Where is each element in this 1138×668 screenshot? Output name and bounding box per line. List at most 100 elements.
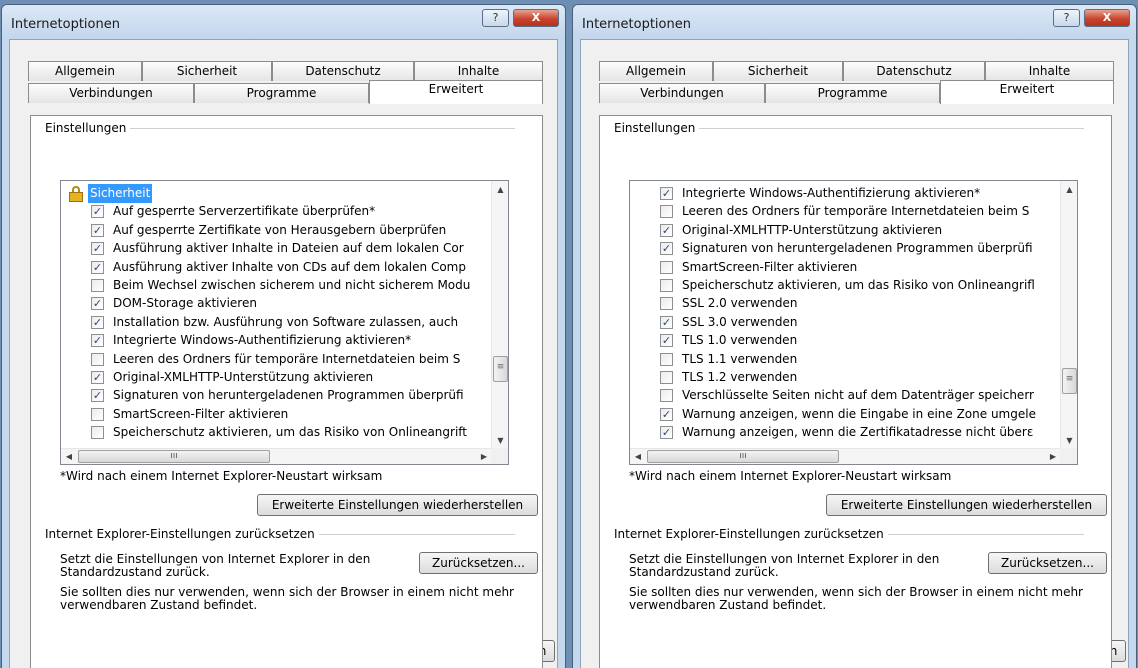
reset-group-label: Internet Explorer-Einstellungen zurückse… xyxy=(45,527,319,541)
help-button[interactable]: ? xyxy=(482,9,509,27)
checkbox[interactable]: ✓ xyxy=(91,389,104,403)
restart-note: *Wird nach einem Internet Explorer-Neust… xyxy=(60,469,383,483)
tab-datenschutz[interactable]: Datenschutz xyxy=(272,61,414,81)
settings-item-label: TLS 1.2 verwenden xyxy=(682,370,798,384)
restore-advanced-settings-button[interactable]: Erweiterte Einstellungen wiederherstelle… xyxy=(257,494,538,516)
checkbox[interactable]: ✓ xyxy=(91,260,104,274)
close-button[interactable]: X xyxy=(513,9,559,27)
checkbox[interactable] xyxy=(91,426,104,440)
dialog-client-area: Allgemein Sicherheit Datenschutz Inhalte Ver… xyxy=(580,39,1129,668)
tab-programme[interactable]: Programme xyxy=(765,83,940,103)
tab-allgemein[interactable]: Allgemein xyxy=(599,61,713,81)
tab-programme[interactable]: Programme xyxy=(194,83,369,103)
tab-verbindungen[interactable]: Verbindungen xyxy=(599,83,765,103)
checkbox[interactable]: ✓ xyxy=(660,223,673,237)
tab-inhalte[interactable]: Inhalte xyxy=(414,61,543,81)
advanced-tab-panel: Einstellungen ✓ Integrierte Windows-Authen… xyxy=(599,115,1112,668)
close-button[interactable]: X xyxy=(1084,9,1130,27)
checkbox[interactable]: ✓ xyxy=(91,371,104,384)
settings-item-label: SSL 2.0 verwenden xyxy=(682,296,798,311)
checkbox[interactable]: ✓ xyxy=(660,407,673,421)
checkbox[interactable] xyxy=(91,352,104,366)
advanced-tab-panel: Einstellungen Sicherheit ✓ Auf gesperrte Se… xyxy=(30,115,543,668)
internet-options-window-2: Internetoptionen? X Allgemein Sicherheit Dat… xyxy=(572,4,1137,668)
checkbox[interactable]: ✓ xyxy=(91,334,104,348)
checkbox[interactable] xyxy=(660,389,673,403)
checkbox[interactable]: ✓ xyxy=(91,242,104,256)
settings-item-label: Installation bzw. Ausführung von Softwar… xyxy=(113,314,459,329)
help-button[interactable]: ? xyxy=(1053,9,1080,27)
settings-item-label: Leeren des Ordners für temporäre Interne… xyxy=(113,351,461,366)
reset-button[interactable]: Zurücksetzen... xyxy=(988,552,1107,574)
checkbox[interactable] xyxy=(660,352,673,366)
tab-erweitert[interactable]: Erweitert xyxy=(369,80,543,104)
scroll-left-arrow-icon[interactable]: ◀ xyxy=(61,449,77,464)
checkbox[interactable] xyxy=(660,371,673,384)
scrollbar-corner xyxy=(491,448,508,464)
checkbox[interactable] xyxy=(660,279,673,292)
reset-description: Setzt die Einstellungen von Internet Exp… xyxy=(629,552,940,579)
scroll-up-arrow-icon[interactable]: ▲ xyxy=(1061,181,1077,198)
settings-group-label: Einstellungen xyxy=(614,121,700,135)
scroll-right-arrow-icon[interactable]: ▶ xyxy=(1045,449,1061,464)
settings-item-label: Warnung anzeigen, wenn die Zertifikatadr… xyxy=(682,425,1034,440)
settings-list[interactable]: ✓ Integrierte Windows-Authentifizierung a… xyxy=(629,180,1078,465)
horizontal-scrollbar[interactable]: ◀ ııı ▶ xyxy=(630,448,1061,464)
checkbox[interactable]: ✓ xyxy=(660,315,673,329)
horizontal-scrollbar[interactable]: ◀ ııı ▶ xyxy=(61,448,492,464)
scroll-right-arrow-icon[interactable]: ▶ xyxy=(476,449,492,464)
checkbox[interactable]: ✓ xyxy=(660,187,673,200)
tab-inhalte[interactable]: Inhalte xyxy=(985,61,1114,81)
tab-sicherheit[interactable]: Sicherheit xyxy=(142,61,272,81)
tab-allgemein[interactable]: Allgemein xyxy=(28,61,142,81)
settings-item-label: Verschlüsselte Seiten nicht auf dem Date… xyxy=(682,388,1034,403)
scroll-thumb[interactable]: ≡ xyxy=(1062,368,1077,394)
settings-item-label: Ausführung aktiver Inhalte in Dateien au… xyxy=(113,241,464,256)
reset-button[interactable]: Zurücksetzen... xyxy=(419,552,538,574)
checkbox[interactable] xyxy=(660,297,673,311)
title-bar: Internetoptionen? X xyxy=(573,5,1136,39)
category-label: Sicherheit xyxy=(88,184,153,203)
settings-item-label: Original-XMLHTTP-Unterstützung aktiviere… xyxy=(682,222,943,237)
tab-verbindungen[interactable]: Verbindungen xyxy=(28,83,194,103)
scrollbar-corner xyxy=(1060,448,1077,464)
settings-item-label: Beim Wechsel zwischen sicherem und nicht… xyxy=(113,278,471,292)
checkbox[interactable]: ✓ xyxy=(91,205,104,219)
vertical-scrollbar[interactable]: ▲ ≡ ▼ xyxy=(1060,181,1077,449)
horizontal-scroll-thumb[interactable]: ııı xyxy=(647,450,839,463)
scroll-down-arrow-icon[interactable]: ▼ xyxy=(1061,432,1077,449)
lock-body xyxy=(69,192,83,202)
checkbox[interactable] xyxy=(91,407,104,421)
settings-group-label: Einstellungen xyxy=(45,121,131,135)
settings-item-label: DOM-Storage aktivieren xyxy=(113,296,257,311)
settings-item-label: Ausführung aktiver Inhalte von CDs auf d… xyxy=(113,259,466,274)
scroll-left-arrow-icon[interactable]: ◀ xyxy=(630,449,646,464)
internet-options-window-1: Internetoptionen? X Allgemein Sicherheit Dat… xyxy=(1,4,566,668)
scroll-up-arrow-icon[interactable]: ▲ xyxy=(492,181,508,198)
checkbox[interactable] xyxy=(91,279,104,292)
tab-datenschutz[interactable]: Datenschutz xyxy=(843,61,985,81)
settings-item-label: SmartScreen-Filter aktivieren xyxy=(682,259,858,274)
scroll-down-arrow-icon[interactable]: ▼ xyxy=(492,432,508,449)
checkbox[interactable] xyxy=(660,260,673,274)
checkbox[interactable]: ✓ xyxy=(660,242,673,256)
restore-advanced-settings-button[interactable]: Erweiterte Einstellungen wiederherstelle… xyxy=(826,494,1107,516)
checkbox[interactable]: ✓ xyxy=(660,426,673,440)
reset-group-label: Internet Explorer-Einstellungen zurückse… xyxy=(614,527,888,541)
settings-item-label: TLS 1.0 verwenden xyxy=(682,333,798,348)
checkbox[interactable]: ✓ xyxy=(91,223,104,237)
checkbox[interactable]: ✓ xyxy=(91,315,104,329)
settings-list[interactable]: Sicherheit ✓ Auf gesperrte Serverzertifika… xyxy=(60,180,509,465)
settings-item-label: SSL 3.0 verwenden xyxy=(682,314,798,329)
checkbox[interactable] xyxy=(660,205,673,219)
horizontal-scroll-thumb[interactable]: ııı xyxy=(78,450,270,463)
checkbox[interactable]: ✓ xyxy=(660,334,673,348)
reset-warning-text: Sie sollten dies nur verwenden, wenn sic… xyxy=(60,585,514,612)
scroll-thumb[interactable]: ≡ xyxy=(493,356,508,382)
tab-sicherheit[interactable]: Sicherheit xyxy=(713,61,843,81)
settings-item-label: Auf gesperrte Zertifikate von Herausgebe… xyxy=(113,222,447,237)
settings-item-label: Signaturen von heruntergeladenen Program… xyxy=(113,388,464,403)
tab-erweitert[interactable]: Erweitert xyxy=(940,80,1114,104)
checkbox[interactable]: ✓ xyxy=(91,297,104,311)
vertical-scrollbar[interactable]: ▲ ≡ ▼ xyxy=(491,181,508,449)
